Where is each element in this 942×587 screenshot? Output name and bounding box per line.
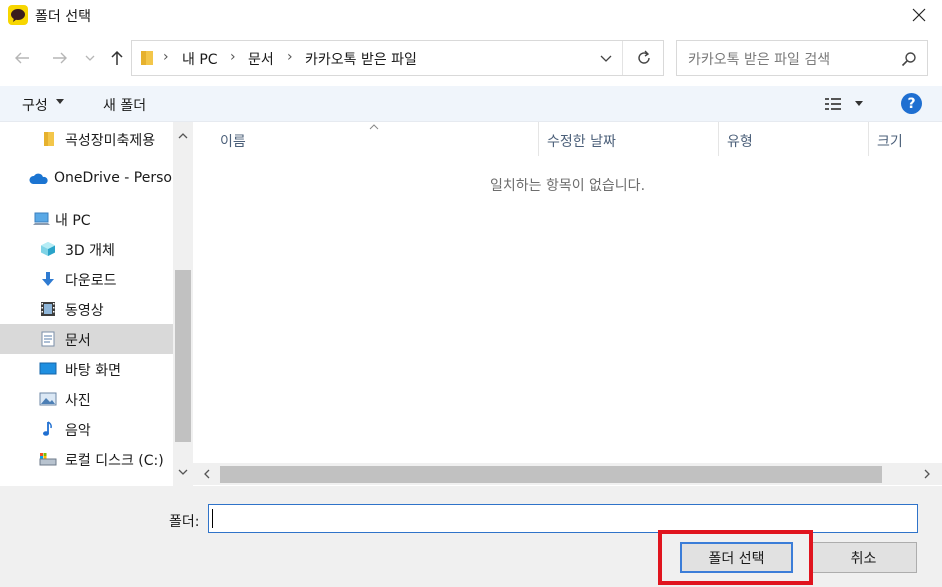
chevron-down-icon bbox=[178, 469, 188, 475]
folder-field-label: 폴더: bbox=[169, 514, 200, 530]
column-header-type[interactable]: 유형 bbox=[718, 122, 868, 156]
this-pc-icon bbox=[33, 212, 50, 225]
title-bar: 폴더 선택 bbox=[0, 0, 942, 30]
scroll-down-button[interactable] bbox=[173, 464, 193, 480]
dialog-footer: 폴더: 폴더 선택 취소 bbox=[0, 486, 942, 587]
breadcrumb-separator: › bbox=[287, 49, 293, 65]
pictures-icon bbox=[39, 392, 57, 406]
sidebar-item-label: 동영상 bbox=[65, 303, 104, 319]
sidebar-item-label: 문서 bbox=[65, 333, 91, 349]
forward-button[interactable] bbox=[46, 44, 74, 72]
sidebar-item-documents[interactable]: 문서 bbox=[0, 324, 173, 354]
sidebar-item-label: 바탕 화면 bbox=[65, 363, 121, 379]
column-header-size[interactable]: 크기 bbox=[868, 122, 942, 156]
organize-button[interactable]: 구성 bbox=[22, 95, 48, 115]
recent-locations-button[interactable] bbox=[80, 44, 100, 72]
file-list: 이름 수정한 날짜 유형 크기 일치하는 항목이 없습니다. bbox=[193, 122, 942, 486]
sidebar-item-label: OneDrive - Perso bbox=[54, 170, 172, 186]
documents-icon bbox=[41, 331, 55, 347]
navigation-pane: 곡성장미축제용 OneDrive - Perso 내 PC 3D 개체 다운로드 bbox=[0, 122, 193, 486]
sidebar-item-label: 내 PC bbox=[55, 213, 91, 229]
folder-input[interactable] bbox=[208, 504, 918, 533]
cancel-button[interactable]: 취소 bbox=[810, 542, 917, 573]
horizontal-scrollbar-thumb[interactable] bbox=[220, 466, 882, 483]
desktop-icon bbox=[39, 362, 57, 375]
up-button[interactable] bbox=[103, 44, 131, 72]
column-header-name[interactable]: 이름 bbox=[211, 122, 538, 156]
scroll-up-button[interactable] bbox=[173, 128, 193, 144]
chevron-right-icon bbox=[924, 469, 930, 479]
address-bar[interactable]: › 내 PC › 문서 › 카카오톡 받은 파일 bbox=[131, 40, 664, 76]
local-disk-icon bbox=[39, 453, 57, 466]
folder-icon bbox=[44, 132, 54, 146]
videos-icon bbox=[41, 302, 55, 316]
view-options-caret-icon[interactable] bbox=[855, 101, 863, 106]
command-bar: 구성 새 폴더 ? bbox=[0, 86, 942, 122]
new-folder-button[interactable]: 새 폴더 bbox=[103, 95, 146, 115]
chevron-left-icon bbox=[204, 469, 210, 479]
caret-down-icon bbox=[56, 99, 64, 104]
chevron-down-icon bbox=[600, 55, 612, 62]
scroll-right-button[interactable] bbox=[919, 466, 935, 482]
text-cursor bbox=[212, 509, 213, 528]
search-icon[interactable] bbox=[901, 51, 917, 67]
column-header-label: 유형 bbox=[727, 134, 753, 150]
sidebar-item-label: 3D 개체 bbox=[65, 243, 115, 259]
scroll-left-button[interactable] bbox=[199, 466, 215, 482]
file-list-horizontal-scrollbar[interactable] bbox=[193, 463, 942, 485]
sidebar-item-label: 사진 bbox=[65, 393, 91, 409]
arrow-left-icon bbox=[15, 52, 29, 64]
downloads-icon bbox=[42, 272, 54, 286]
back-button[interactable] bbox=[8, 44, 36, 72]
music-icon bbox=[43, 421, 52, 436]
chevron-down-icon bbox=[85, 55, 95, 61]
sidebar-item-local-disk[interactable]: 로컬 디스크 (C:) bbox=[0, 444, 173, 474]
breadcrumb-kakaotalk-files[interactable]: 카카오톡 받은 파일 bbox=[305, 49, 417, 69]
sidebar-item-pictures[interactable]: 사진 bbox=[0, 384, 173, 414]
empty-folder-message: 일치하는 항목이 없습니다. bbox=[489, 178, 646, 194]
onedrive-icon bbox=[29, 173, 48, 184]
sidebar-item-label: 음악 bbox=[65, 423, 91, 439]
folder-icon bbox=[141, 51, 153, 65]
chevron-up-icon bbox=[178, 133, 188, 139]
search-box[interactable]: 카카오톡 받은 파일 검색 bbox=[676, 40, 928, 76]
column-header-date-modified[interactable]: 수정한 날짜 bbox=[538, 122, 718, 156]
breadcrumb-this-pc[interactable]: 내 PC bbox=[182, 49, 218, 69]
refresh-button[interactable] bbox=[623, 41, 664, 75]
window-title: 폴더 선택 bbox=[35, 9, 91, 25]
breadcrumb-documents[interactable]: 문서 bbox=[248, 49, 274, 69]
breadcrumb-separator: › bbox=[230, 49, 236, 65]
sidebar-item-desktop[interactable]: 바탕 화면 bbox=[0, 354, 173, 384]
arrow-right-icon bbox=[53, 52, 67, 64]
sidebar-item-videos[interactable]: 동영상 bbox=[0, 294, 173, 324]
sidebar-item-downloads[interactable]: 다운로드 bbox=[0, 264, 173, 294]
address-dropdown-button[interactable] bbox=[589, 41, 623, 75]
3d-objects-icon bbox=[41, 242, 55, 256]
close-icon bbox=[912, 8, 926, 22]
sidebar-item-label: 다운로드 bbox=[65, 273, 117, 289]
column-header-label: 수정한 날짜 bbox=[547, 134, 616, 150]
close-button[interactable] bbox=[896, 0, 942, 30]
column-header-label: 크기 bbox=[877, 134, 903, 150]
sidebar-item-folder[interactable]: 곡성장미축제용 bbox=[0, 124, 173, 154]
sidebar-item-label: 곡성장미축제용 bbox=[65, 133, 156, 149]
select-folder-button[interactable]: 폴더 선택 bbox=[680, 542, 793, 573]
arrow-up-icon bbox=[111, 50, 123, 65]
kakaotalk-icon bbox=[8, 5, 28, 25]
column-header-label: 이름 bbox=[220, 134, 246, 150]
sidebar-item-this-pc[interactable]: 내 PC bbox=[0, 204, 173, 234]
help-button[interactable]: ? bbox=[901, 93, 922, 114]
breadcrumb-separator: › bbox=[163, 49, 169, 65]
refresh-icon bbox=[637, 50, 650, 64]
sidebar-item-music[interactable]: 음악 bbox=[0, 414, 173, 444]
sidebar-item-3d-objects[interactable]: 3D 개체 bbox=[0, 234, 173, 264]
sidebar-scrollbar-thumb[interactable] bbox=[175, 270, 191, 442]
details-view-icon[interactable] bbox=[823, 95, 845, 113]
sidebar-scrollbar[interactable] bbox=[173, 122, 193, 486]
search-input[interactable]: 카카오톡 받은 파일 검색 bbox=[688, 49, 830, 69]
sidebar-item-label: 로컬 디스크 (C:) bbox=[65, 453, 164, 469]
sidebar-item-onedrive[interactable]: OneDrive - Perso bbox=[0, 164, 173, 194]
